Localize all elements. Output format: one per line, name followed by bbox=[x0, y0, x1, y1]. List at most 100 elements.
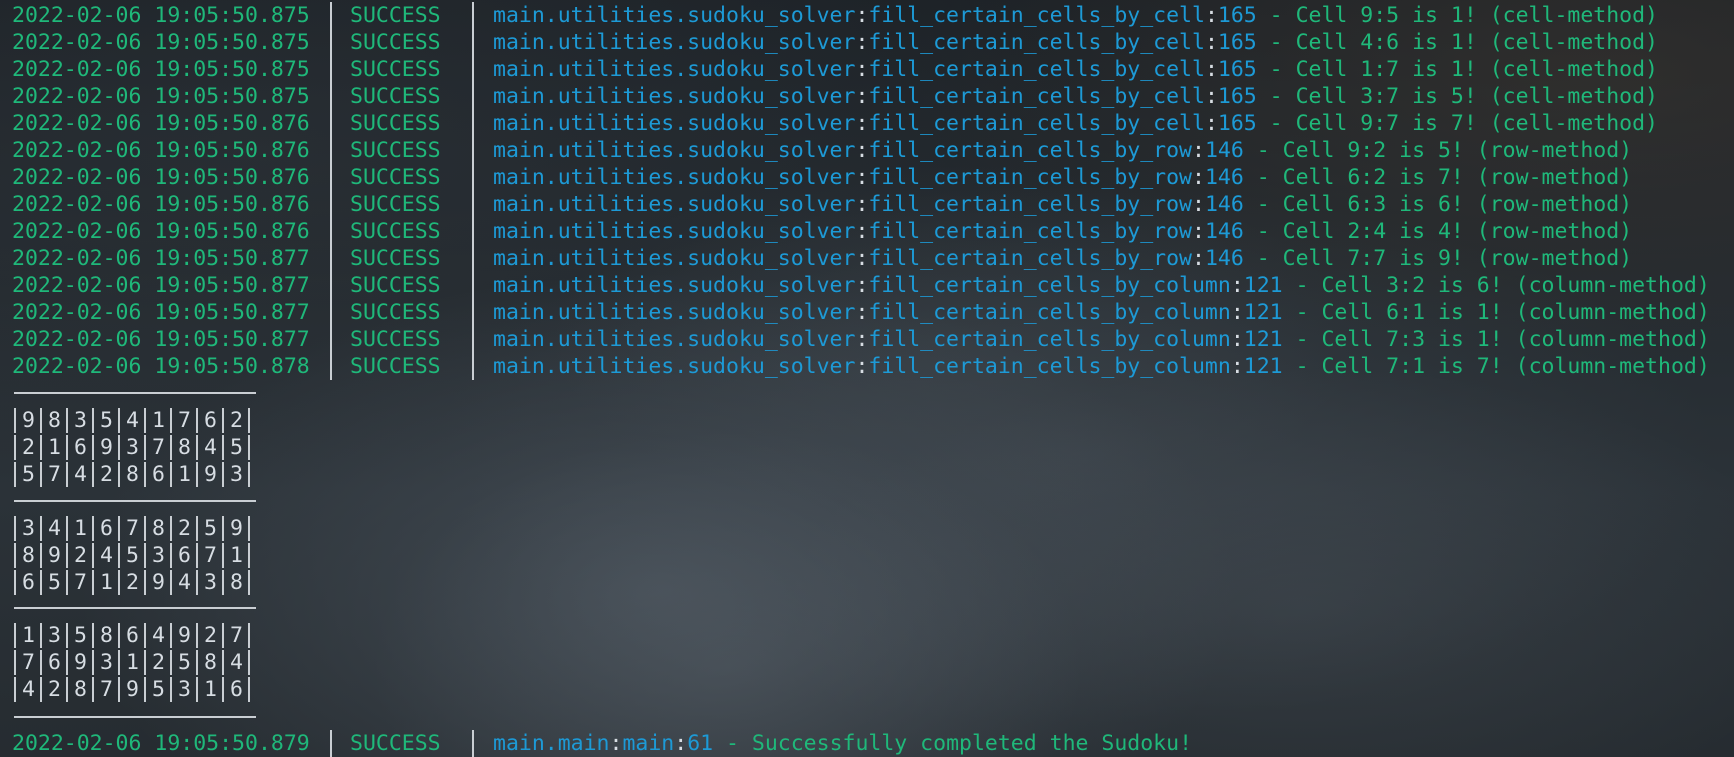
log-timestamp: 2022-02-06 19:05:50.876 bbox=[12, 219, 310, 244]
sudoku-cell: 9 bbox=[22, 407, 35, 433]
colon-separator: : bbox=[855, 84, 869, 109]
log-text: - Cell 6:3 is 6! (row-method) bbox=[1243, 192, 1633, 217]
log-text: - Cell 9:7 is 7! (cell-method) bbox=[1256, 111, 1659, 136]
colon-separator: : bbox=[855, 327, 869, 352]
log-level: SUCCESS bbox=[350, 30, 441, 55]
sudoku-cell: 1 bbox=[230, 542, 243, 568]
cell-border bbox=[40, 407, 42, 433]
sudoku-cell: 9 bbox=[126, 676, 139, 702]
log-level: SUCCESS bbox=[350, 300, 441, 325]
sudoku-cell: 8 bbox=[178, 434, 191, 460]
cell-border bbox=[170, 407, 172, 433]
sudoku-cell: 3 bbox=[230, 461, 243, 487]
colon-separator: : bbox=[1204, 84, 1218, 109]
log-message: main.utilities.sudoku_solver:fill_certai… bbox=[493, 137, 1632, 164]
sudoku-cell: 1 bbox=[126, 649, 139, 675]
cell-border bbox=[170, 649, 172, 675]
log-level: SUCCESS bbox=[350, 354, 441, 379]
sudoku-cell: 6 bbox=[126, 622, 139, 648]
cell-border bbox=[92, 434, 94, 460]
log-timestamp: 2022-02-06 19:05:50.876 bbox=[12, 138, 310, 163]
sudoku-cell: 1 bbox=[100, 569, 113, 595]
sudoku-cell: 6 bbox=[74, 434, 87, 460]
cell-border bbox=[222, 649, 224, 675]
log-timestamp: 2022-02-06 19:05:50.877 bbox=[12, 273, 310, 298]
cell-border bbox=[170, 622, 172, 648]
log-message: main.utilities.sudoku_solver:fill_certai… bbox=[493, 218, 1632, 245]
cell-border bbox=[92, 649, 94, 675]
cell-border bbox=[14, 461, 16, 487]
sudoku-cell: 7 bbox=[230, 622, 243, 648]
log-function: fill_certain_cells_by_column bbox=[868, 327, 1231, 352]
column-separator bbox=[472, 110, 474, 137]
log-module: main.utilities.sudoku_solver bbox=[493, 327, 856, 352]
log-line-number: 165 bbox=[1217, 84, 1257, 109]
cell-border bbox=[144, 622, 146, 648]
log-function: fill_certain_cells_by_column bbox=[868, 273, 1231, 298]
cell-border bbox=[144, 515, 146, 541]
log-module: main.utilities.sudoku_solver bbox=[493, 273, 856, 298]
cell-border bbox=[92, 515, 94, 541]
sudoku-cell: 2 bbox=[152, 649, 165, 675]
sudoku-row: 341678259 bbox=[14, 514, 256, 541]
cell-border bbox=[66, 622, 68, 648]
sudoku-cell: 1 bbox=[48, 434, 61, 460]
colon-separator: : bbox=[855, 354, 869, 379]
log-message: main.utilities.sudoku_solver:fill_certai… bbox=[493, 245, 1632, 272]
log-line-number: 146 bbox=[1204, 192, 1244, 217]
log-level: SUCCESS bbox=[350, 3, 441, 28]
colon-separator: : bbox=[1230, 354, 1244, 379]
terminal-window[interactable]: 2022-02-06 19:05:50.875 SUCCESS main.utili… bbox=[0, 0, 1734, 757]
log-line-number: 121 bbox=[1243, 300, 1283, 325]
cell-border bbox=[66, 434, 68, 460]
log-module: main.utilities.sudoku_solver bbox=[493, 138, 856, 163]
sudoku-cell: 9 bbox=[230, 515, 243, 541]
colon-separator: : bbox=[609, 731, 623, 756]
colon-separator: : bbox=[855, 219, 869, 244]
sudoku-cell: 8 bbox=[204, 649, 217, 675]
cell-border bbox=[196, 542, 198, 568]
log-line-number: 121 bbox=[1243, 354, 1283, 379]
column-separator bbox=[472, 83, 474, 110]
sudoku-cell: 6 bbox=[100, 515, 113, 541]
cell-border bbox=[40, 622, 42, 648]
colon-separator: : bbox=[1192, 219, 1205, 244]
sudoku-cell: 9 bbox=[152, 569, 165, 595]
cell-border bbox=[92, 622, 94, 648]
cell-border bbox=[196, 676, 198, 702]
cell-border bbox=[170, 461, 172, 487]
sudoku-cell: 4 bbox=[230, 649, 243, 675]
log-timestamp: 2022-02-06 19:05:50.875 bbox=[12, 57, 310, 82]
sudoku-cell: 7 bbox=[152, 434, 165, 460]
log-timestamp: 2022-02-06 19:05:50.879 bbox=[12, 731, 310, 756]
sudoku-cell: 2 bbox=[230, 407, 243, 433]
sudoku-row: 769312584 bbox=[14, 648, 256, 675]
colon-separator: : bbox=[1230, 300, 1244, 325]
cell-border bbox=[118, 622, 120, 648]
log-timestamp: 2022-02-06 19:05:50.877 bbox=[12, 246, 310, 271]
column-separator bbox=[330, 191, 332, 218]
cell-border bbox=[222, 676, 224, 702]
grid-rule bbox=[14, 500, 256, 502]
cell-border bbox=[196, 407, 198, 433]
cell-border bbox=[196, 434, 198, 460]
colon-separator: : bbox=[1192, 165, 1205, 190]
column-separator bbox=[472, 29, 474, 56]
sudoku-row: 574286193 bbox=[14, 460, 256, 487]
cell-border bbox=[92, 542, 94, 568]
grid-rule bbox=[14, 607, 256, 609]
cell-border bbox=[196, 622, 198, 648]
log-timestamp: 2022-02-06 19:05:50.877 bbox=[12, 300, 310, 325]
cell-border bbox=[144, 676, 146, 702]
column-separator bbox=[330, 730, 332, 757]
log-function: main bbox=[622, 731, 675, 756]
sudoku-cell: 5 bbox=[22, 461, 35, 487]
log-level: SUCCESS bbox=[350, 165, 441, 190]
cell-border bbox=[144, 542, 146, 568]
cell-border bbox=[248, 649, 250, 675]
log-line-number: 165 bbox=[1217, 3, 1257, 28]
log-function: fill_certain_cells_by_cell bbox=[868, 57, 1205, 82]
colon-separator: : bbox=[855, 3, 869, 28]
log-message: main.utilities.sudoku_solver:fill_certai… bbox=[493, 272, 1710, 299]
sudoku-cell: 4 bbox=[204, 434, 217, 460]
